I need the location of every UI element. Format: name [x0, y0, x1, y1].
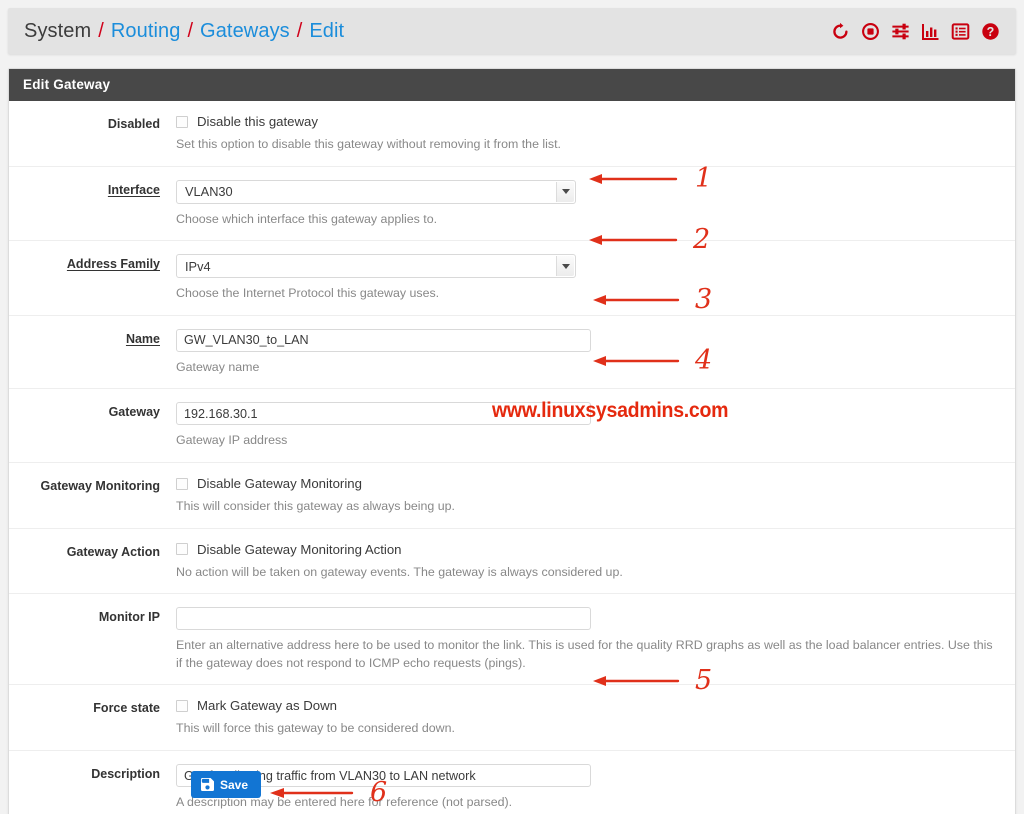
checkbox-label: Disable Gateway Monitoring [197, 476, 362, 492]
breadcrumb-icon-group: ? [831, 22, 1000, 41]
label-address-family: Address Family [66, 257, 160, 272]
checkbox-disable-gateway-monitoring[interactable]: Disable Gateway Monitoring [176, 476, 997, 491]
chevron-down-icon[interactable] [556, 181, 574, 202]
breadcrumb-separator: / [98, 19, 104, 42]
label-disabled: Disabled [107, 117, 160, 131]
form-row-disabled: Disabled Disable this gateway Set this o… [9, 101, 1015, 167]
form-row-monitor-ip: Monitor IP Enter an alternative address … [9, 594, 1015, 686]
label-gateway: Gateway [108, 405, 160, 420]
checkbox-mark-gateway-as-down[interactable]: Mark Gateway as Down [176, 698, 997, 713]
form-row-gateway-action: Gateway Action Disable Gateway Monitorin… [9, 529, 1015, 595]
breadcrumb-item-routing[interactable]: Routing [111, 20, 181, 43]
help-address-family: Choose the Internet Protocol this gatewa… [176, 286, 440, 301]
sliders-icon[interactable] [891, 22, 910, 41]
breadcrumb-item-gateways[interactable]: Gateways [200, 20, 290, 43]
bar-chart-icon[interactable] [921, 22, 940, 41]
form-row-address-family: Address Family IPv4 Choose the Internet … [9, 241, 1015, 316]
help-interface: Choose which interface this gateway appl… [176, 211, 438, 226]
interface-select-value: VLAN30 [185, 184, 233, 200]
interface-select[interactable]: VLAN30 [176, 179, 576, 204]
name-input[interactable] [176, 328, 591, 352]
form-row-gateway-monitoring: Gateway Monitoring Disable Gateway Monit… [9, 463, 1015, 529]
label-interface: Interface [107, 182, 160, 197]
checkbox-label: Disable this gateway [197, 114, 318, 129]
breadcrumb-separator: / [296, 19, 303, 42]
help-disabled: Set this option to disable this gateway … [176, 137, 561, 151]
label-monitor-ip: Monitor IP [98, 610, 160, 625]
form-row-force-state: Force state Mark Gateway as Down This wi… [9, 685, 1015, 752]
label-force-state: Force state [93, 701, 160, 716]
help-gateway: Gateway IP address [176, 433, 288, 448]
help-icon[interactable]: ? [981, 22, 1000, 41]
svg-text:?: ? [987, 25, 995, 39]
panel-body: Disabled Disable this gateway Set this o… [9, 101, 1015, 814]
chevron-down-icon[interactable] [556, 256, 574, 277]
save-button-bar: Save [8, 771, 1016, 798]
edit-gateway-panel: Edit Gateway Disabled Disable this gatew… [8, 68, 1016, 814]
checkbox-disable-this-gateway[interactable]: Disable this gateway [176, 114, 997, 129]
label-gateway-action: Gateway Action [66, 544, 160, 559]
checkbox-box-icon[interactable] [176, 477, 188, 490]
checkbox-disable-gateway-monitoring-action[interactable]: Disable Gateway Monitoring Action [176, 542, 997, 557]
form-row-interface: Interface VLAN30 Choose which interface … [9, 167, 1015, 242]
address-family-select[interactable]: IPv4 [176, 254, 576, 279]
save-button[interactable]: Save [191, 771, 262, 798]
breadcrumb-item-system: System [24, 19, 92, 42]
page-root: System / Routing / Gateways / Edit ? Edi… [0, 0, 1024, 814]
help-gateway-monitoring: This will consider this gateway as alway… [176, 499, 455, 514]
reload-icon[interactable] [831, 22, 850, 41]
help-gateway-action: No action will be taken on gateway event… [176, 564, 623, 579]
breadcrumb-separator: / [187, 19, 194, 42]
save-label: Save [220, 777, 249, 792]
help-monitor-ip: Enter an alternative address here to be … [176, 638, 993, 670]
log-list-icon[interactable] [951, 22, 970, 41]
label-gateway-monitoring: Gateway Monitoring [40, 479, 160, 494]
breadcrumb: System / Routing / Gateways / Edit [24, 20, 344, 43]
checkbox-box-icon[interactable] [176, 115, 188, 128]
breadcrumb-bar: System / Routing / Gateways / Edit ? [8, 8, 1016, 54]
form-row-gateway: Gateway Gateway IP address [9, 389, 1015, 464]
checkbox-box-icon[interactable] [176, 543, 188, 556]
help-name: Gateway name [176, 359, 260, 374]
checkbox-label: Disable Gateway Monitoring Action [197, 541, 402, 557]
form-row-name: Name Gateway name [9, 316, 1015, 390]
monitor-ip-input[interactable] [176, 607, 591, 631]
checkbox-box-icon[interactable] [176, 699, 188, 712]
stop-record-icon[interactable] [861, 22, 880, 41]
help-force-state: This will force this gateway to be consi… [176, 721, 455, 736]
gateway-input[interactable] [176, 402, 591, 426]
breadcrumb-item-edit[interactable]: Edit [309, 20, 344, 43]
address-family-select-value: IPv4 [185, 258, 211, 274]
save-floppy-icon [201, 778, 214, 791]
panel-title: Edit Gateway [9, 69, 1015, 101]
label-name: Name [125, 331, 160, 346]
checkbox-label: Mark Gateway as Down [197, 698, 337, 714]
